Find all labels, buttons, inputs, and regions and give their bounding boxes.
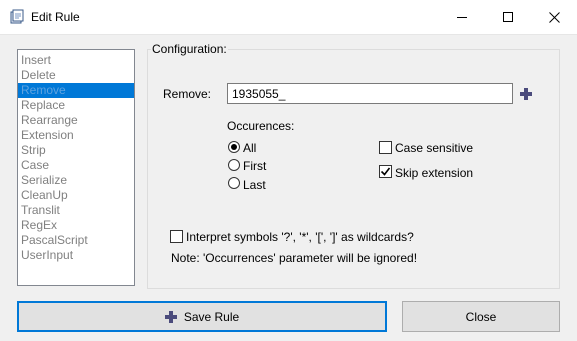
rule-list-item[interactable]: Rearrange [18, 113, 134, 128]
window-title: Edit Rule [31, 10, 80, 24]
skip-extension-label[interactable]: Skip extension [395, 166, 473, 180]
plus-icon [164, 310, 177, 323]
remove-label: Remove: [163, 87, 212, 101]
occurrences-all-radio[interactable] [228, 141, 240, 153]
title-bar: Edit Rule [0, 0, 577, 35]
skip-extension-checkbox[interactable] [379, 165, 392, 178]
rule-list-item[interactable]: Case [18, 158, 134, 173]
minimize-icon [457, 17, 467, 18]
maximize-button[interactable] [485, 0, 531, 34]
close-label: Close [465, 309, 497, 324]
rule-list-item[interactable]: Serialize [18, 173, 134, 188]
rule-list-item[interactable]: CleanUp [18, 188, 134, 203]
occurrences-last-label[interactable]: Last [243, 178, 266, 192]
rule-list-item[interactable]: Delete [18, 68, 134, 83]
close-window-button[interactable] [531, 0, 577, 34]
plus-icon [520, 88, 532, 100]
rule-list-item-selected[interactable]: Remove [18, 83, 134, 98]
case-sensitive-checkbox[interactable] [379, 141, 392, 154]
configuration-label: Configuration: [151, 42, 228, 56]
rule-list-item[interactable]: UserInput [18, 248, 134, 263]
save-rule-label: Save Rule [183, 309, 240, 324]
rule-list-item[interactable]: Strip [18, 143, 134, 158]
rule-list-item[interactable]: Translit [18, 203, 134, 218]
note-text: Note: 'Occurrences' parameter will be ig… [171, 251, 418, 265]
wildcards-checkbox[interactable] [170, 230, 183, 243]
rule-list-item[interactable]: Replace [18, 98, 134, 113]
wildcards-label[interactable]: Interpret symbols '?', '*', '[', ']' as … [186, 230, 414, 244]
maximize-icon [503, 12, 513, 22]
checkmark-icon [380, 167, 391, 176]
case-sensitive-label[interactable]: Case sensitive [395, 141, 473, 155]
rule-list-item[interactable]: Extension [18, 128, 134, 143]
rule-list-item[interactable]: RegEx [18, 218, 134, 233]
minimize-button[interactable] [439, 0, 485, 34]
rule-list-item[interactable]: PascalScript [18, 233, 134, 248]
radio-selected-dot [231, 144, 237, 150]
close-icon [548, 11, 560, 23]
occurrences-label: Occurences: [227, 119, 295, 133]
add-meta-button[interactable] [519, 87, 533, 101]
close-button[interactable]: Close [402, 301, 560, 332]
occurrences-all-label[interactable]: All [243, 141, 256, 155]
occurrences-first-radio[interactable] [228, 159, 240, 171]
occurrences-last-radio[interactable] [228, 177, 240, 189]
remove-input[interactable] [227, 83, 513, 104]
rule-list[interactable]: Insert Delete Remove Replace Rearrange E… [17, 49, 135, 286]
save-rule-button[interactable]: Save Rule [17, 301, 387, 332]
rule-list-item[interactable]: Insert [18, 53, 134, 68]
app-icon [9, 9, 25, 25]
occurrences-first-label[interactable]: First [243, 159, 266, 173]
